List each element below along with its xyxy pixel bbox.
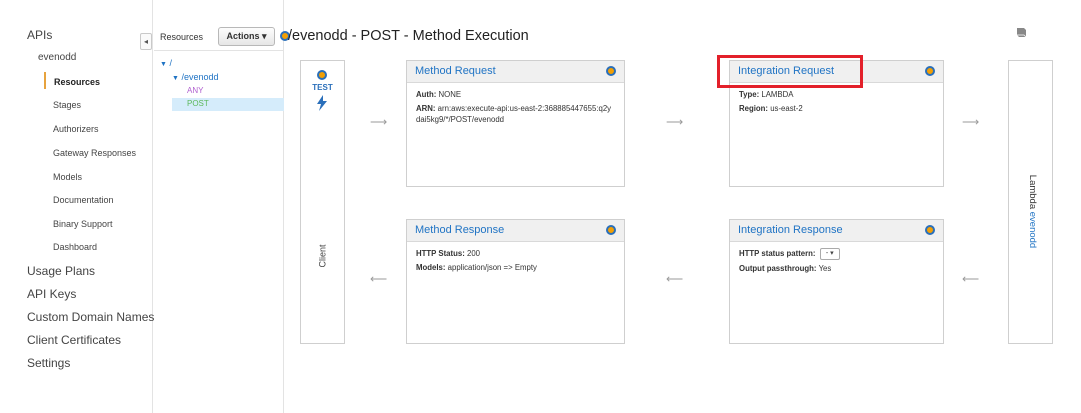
nav-resources[interactable]: Resources: [54, 77, 100, 87]
arn-value: arn:aws:execute-api:us-east-2:3688854476…: [416, 104, 612, 124]
chevron-down-icon[interactable]: ▼: [172, 75, 179, 82]
method-request-title[interactable]: Method Request: [415, 65, 496, 77]
nav-usage-plans[interactable]: Usage Plans: [27, 264, 95, 278]
resource-tree: Resources Actions ▾ ▼ / ▼ /evenodd ANY P…: [154, 0, 284, 413]
lambda-prefix: Lambda: [1027, 174, 1038, 212]
arrow-right-icon: ⟶: [370, 115, 388, 129]
method-dot-icon: [925, 66, 935, 76]
method-response-box: Method Response HTTP Status: 200 Models:…: [406, 219, 625, 344]
tree-method-any[interactable]: ANY: [187, 86, 203, 95]
resources-heading: Resources: [160, 32, 204, 42]
lightning-bolt-icon[interactable]: [316, 95, 328, 111]
nav-documentation[interactable]: Documentation: [53, 195, 114, 205]
method-dot-icon: [925, 225, 935, 235]
active-indicator: [44, 72, 46, 89]
arrow-right-icon: ⟶: [962, 115, 980, 129]
test-link[interactable]: TEST: [301, 83, 344, 92]
client-label: Client: [317, 244, 328, 268]
tree-resource-evenodd[interactable]: ▼ /evenodd: [172, 72, 219, 82]
nav-gateway-responses[interactable]: Gateway Responses: [53, 148, 136, 158]
method-dot-icon: [606, 66, 616, 76]
passthrough-label: Output passthrough:: [739, 264, 817, 273]
method-dot-icon: [317, 70, 327, 80]
lambda-function-name[interactable]: evenodd: [1027, 212, 1038, 248]
passthrough-value: Yes: [818, 264, 832, 273]
arn-label: ARN:: [416, 104, 436, 113]
nav-binary-support[interactable]: Binary Support: [53, 219, 113, 229]
highlight-box: [717, 55, 863, 88]
nav-custom-domain-names[interactable]: Custom Domain Names: [27, 310, 154, 324]
left-navigation: APIs evenodd Resources Stages Authorizer…: [0, 0, 154, 413]
lambda-panel: Lambda evenodd: [1008, 60, 1053, 344]
nav-dashboard[interactable]: Dashboard: [53, 242, 97, 252]
divider: [154, 50, 284, 51]
nav-settings[interactable]: Settings: [27, 356, 70, 370]
lambda-link[interactable]: Lambda evenodd: [1027, 174, 1038, 249]
type-value: LAMBDA: [761, 90, 794, 99]
method-dot-icon: [606, 225, 616, 235]
method-request-box: Method Request Auth: NONE ARN: arn:aws:e…: [406, 60, 625, 187]
tree-root[interactable]: ▼ /: [160, 58, 172, 68]
status-pattern-value: -: [825, 250, 829, 257]
chevron-down-icon[interactable]: ▼: [160, 61, 167, 68]
nav-authorizers[interactable]: Authorizers: [53, 124, 99, 134]
nav-client-certificates[interactable]: Client Certificates: [27, 333, 121, 347]
actions-button[interactable]: Actions ▾: [218, 27, 275, 46]
chevron-down-icon: ▾: [830, 250, 834, 257]
method-response-title[interactable]: Method Response: [415, 224, 504, 236]
region-label: Region:: [739, 104, 769, 113]
method-request-header: Method Request: [407, 61, 624, 83]
models-label: Models:: [416, 263, 446, 272]
arrow-right-icon: ⟶: [666, 115, 684, 129]
status-pattern-select[interactable]: - ▾: [819, 248, 840, 260]
nav-models[interactable]: Models: [53, 172, 82, 182]
method-response-header: Method Response: [407, 220, 624, 242]
arrow-left-icon: ⟵: [962, 272, 980, 286]
arrow-left-icon: ⟵: [370, 272, 388, 286]
tree-method-post[interactable]: POST: [187, 99, 209, 108]
http-status-value: 200: [466, 249, 480, 258]
auth-value: NONE: [438, 90, 462, 99]
status-pattern-label: HTTP status pattern:: [739, 249, 816, 259]
nav-stages[interactable]: Stages: [53, 100, 81, 110]
client-panel: TEST Client: [300, 60, 345, 344]
type-label: Type:: [739, 90, 760, 99]
book-icon[interactable]: [1015, 27, 1027, 38]
arrow-left-icon: ⟵: [666, 272, 684, 286]
integration-response-box: Integration Response HTTP status pattern…: [729, 219, 944, 344]
region-value: us-east-2: [770, 104, 803, 113]
integration-response-header: Integration Response: [730, 220, 943, 242]
page-title: /evenodd - POST - Method Execution: [288, 28, 529, 44]
nav-api-evenodd[interactable]: evenodd: [38, 52, 76, 63]
collapse-icon[interactable]: ◂: [140, 33, 152, 50]
integration-response-title[interactable]: Integration Response: [738, 224, 843, 236]
auth-label: Auth:: [416, 90, 437, 99]
nav-api-keys[interactable]: API Keys: [27, 287, 76, 301]
nav-apis[interactable]: APIs: [27, 28, 52, 42]
models-value: application/json => Empty: [447, 263, 537, 272]
http-status-label: HTTP Status:: [416, 249, 465, 258]
